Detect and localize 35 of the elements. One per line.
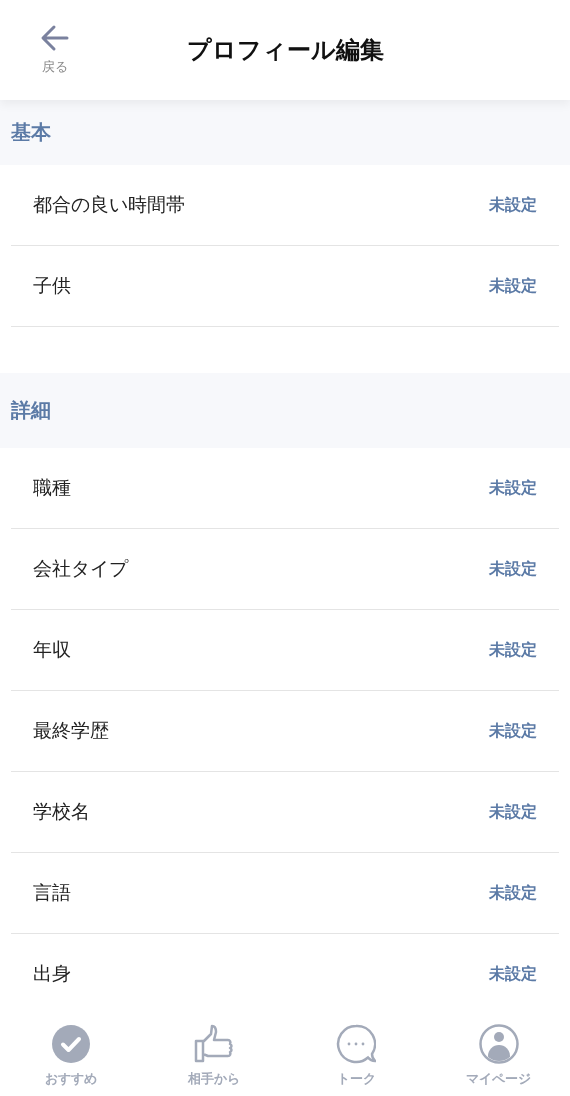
settings-row[interactable]: 年収 未設定 <box>11 610 559 691</box>
thumbs-up-icon <box>193 1024 234 1064</box>
row-label: 都合の良い時間帯 <box>33 192 185 217</box>
row-value: 未設定 <box>489 194 537 216</box>
row-label: 出身 <box>33 961 71 986</box>
row-label: 年収 <box>33 637 71 662</box>
row-value: 未設定 <box>489 801 537 823</box>
settings-row[interactable]: 職種 未設定 <box>11 448 559 529</box>
row-label: 子供 <box>33 273 71 298</box>
row-label: 最終学歴 <box>33 718 109 743</box>
settings-row[interactable]: 都合の良い時間帯 未設定 <box>11 165 559 246</box>
page-title: プロフィール編集 <box>186 35 384 66</box>
row-label: 会社タイプ <box>33 556 128 581</box>
settings-row[interactable]: 学校名 未設定 <box>11 772 559 853</box>
settings-row[interactable]: 会社タイプ 未設定 <box>11 529 559 610</box>
row-value: 未設定 <box>489 882 537 904</box>
row-value: 未設定 <box>489 558 537 580</box>
row-value: 未設定 <box>489 477 537 499</box>
row-label: 職種 <box>33 475 71 500</box>
row-label: 言語 <box>33 880 71 905</box>
user-avatar-icon <box>478 1024 519 1064</box>
back-arrow-icon <box>40 24 70 52</box>
row-value: 未設定 <box>489 720 537 742</box>
row-value: 未設定 <box>489 963 537 985</box>
check-icon <box>51 1024 92 1064</box>
speech-bubble-icon <box>336 1024 377 1064</box>
settings-row[interactable]: 言語 未設定 <box>11 853 559 934</box>
settings-row[interactable]: 子供 未設定 <box>11 246 559 327</box>
settings-row[interactable]: 最終学歴 未設定 <box>11 691 559 772</box>
back-button[interactable]: 戻る <box>40 24 70 76</box>
row-value: 未設定 <box>489 275 537 297</box>
section-title: 基本 <box>11 119 51 146</box>
row-label: 学校名 <box>33 799 90 824</box>
section-title: 詳細 <box>11 397 51 424</box>
row-value: 未設定 <box>489 639 537 661</box>
